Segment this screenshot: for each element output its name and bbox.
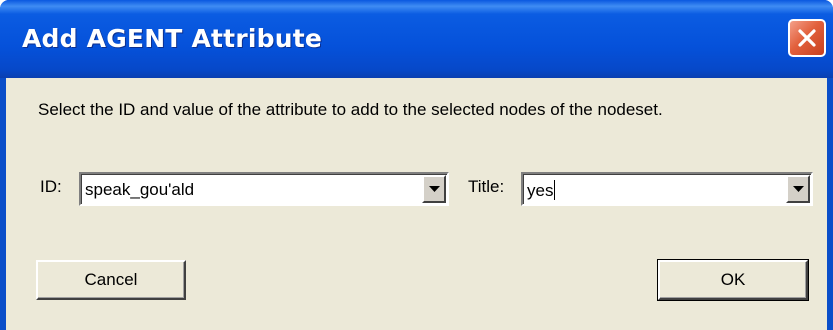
chevron-down-icon: [793, 186, 804, 192]
title-value: yes: [527, 180, 556, 201]
id-value: speak_gou'ald: [85, 180, 195, 199]
id-dropdown-button[interactable]: [422, 175, 446, 203]
cancel-button[interactable]: Cancel: [36, 260, 186, 300]
title-value-text: yes: [527, 181, 554, 200]
id-label: ID:: [40, 177, 62, 196]
title-combobox[interactable]: yes: [521, 172, 813, 206]
text-caret: [554, 180, 556, 200]
dialog-body: Select the ID and value of the attribute…: [6, 78, 827, 330]
dialog-window: Add AGENT Attribute Select the ID and va…: [0, 0, 833, 330]
id-combobox[interactable]: speak_gou'ald: [79, 172, 449, 206]
window-title: Add AGENT Attribute: [22, 24, 323, 53]
title-label: Title:: [468, 177, 505, 196]
title-dropdown-button[interactable]: [786, 175, 810, 203]
ok-button[interactable]: OK: [657, 259, 809, 301]
chevron-down-icon: [429, 186, 440, 192]
title-bar[interactable]: Add AGENT Attribute: [0, 0, 833, 78]
close-icon: [798, 29, 816, 47]
close-button[interactable]: [788, 19, 826, 57]
instructions-text: Select the ID and value of the attribute…: [38, 100, 663, 119]
